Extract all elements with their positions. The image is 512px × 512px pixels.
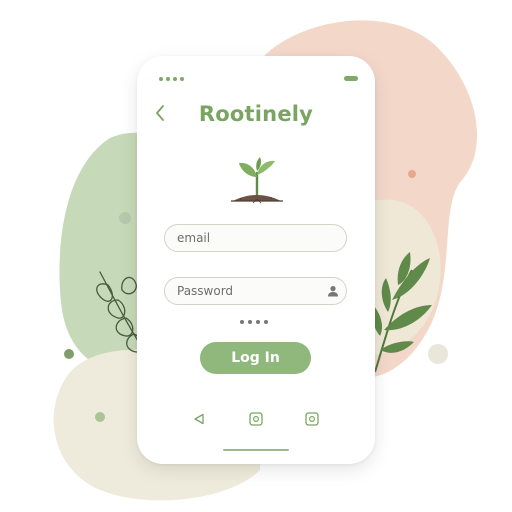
app-title: Rootinely	[198, 102, 314, 126]
home-indicator	[223, 449, 289, 451]
bottom-navigation	[137, 410, 375, 430]
dot-decoration	[119, 212, 131, 224]
square-recent-icon	[305, 412, 319, 426]
page-indicator	[240, 320, 268, 324]
dot-decoration	[408, 170, 416, 178]
login-button[interactable]: Log In	[200, 342, 311, 374]
nav-recent-button[interactable]	[303, 410, 321, 428]
password-field[interactable]	[164, 277, 347, 305]
email-input[interactable]	[165, 225, 346, 251]
nav-back-button[interactable]	[190, 410, 208, 428]
battery-icon	[344, 76, 358, 81]
square-home-icon	[249, 412, 263, 426]
triangle-back-icon	[194, 413, 204, 425]
dot-decoration	[64, 349, 74, 359]
dot-decoration	[428, 344, 448, 364]
nav-home-button[interactable]	[247, 410, 265, 428]
email-field[interactable]	[164, 224, 347, 252]
password-input[interactable]	[165, 278, 327, 304]
phone-frame: Rootinely Log In	[137, 56, 375, 464]
signal-indicator	[159, 77, 184, 81]
user-icon	[327, 280, 339, 302]
sprout-icon	[231, 157, 283, 204]
dot-decoration	[95, 412, 105, 422]
